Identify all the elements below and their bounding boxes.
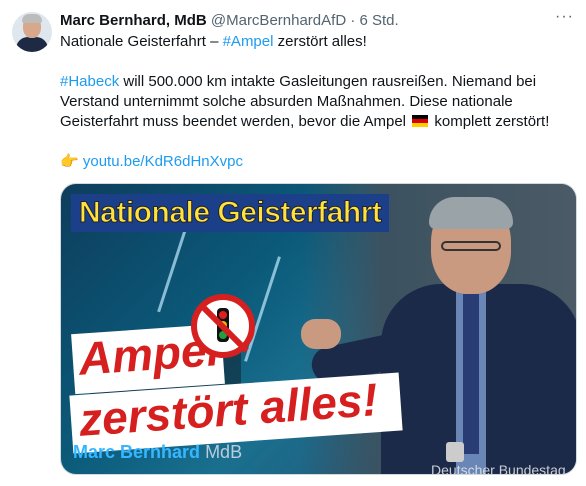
author-name[interactable]: Marc Bernhard, MdB bbox=[60, 12, 207, 29]
youtube-link[interactable]: youtu.be/KdR6dHnXvpc bbox=[83, 153, 243, 170]
hashtag-ampel[interactable]: #Ampel bbox=[223, 33, 274, 50]
thumbnail-caption: Marc Bernhard MdB bbox=[73, 442, 242, 463]
media-thumbnail[interactable]: Nationale Geisterfahrt Ampel zerstört al… bbox=[60, 183, 577, 475]
line1-prefix: Nationale Geisterfahrt – bbox=[60, 33, 223, 50]
speaker-hair bbox=[429, 197, 513, 229]
german-flag-icon bbox=[412, 115, 429, 127]
caption-name: Marc Bernhard bbox=[73, 442, 201, 462]
more-horizontal-icon[interactable]: ··· bbox=[555, 8, 574, 26]
tweet-header: Marc Bernhard, MdB @MarcBernhardAfD · 6 … bbox=[60, 12, 399, 29]
speaker-glasses bbox=[441, 241, 501, 251]
no-traffic-light-icon bbox=[191, 294, 255, 358]
avatar-suit bbox=[16, 37, 48, 52]
avatar-hair bbox=[22, 14, 42, 23]
para2-end: komplett zerstört! bbox=[430, 113, 550, 130]
broadcast-watermark: Deutscher Bundestag bbox=[431, 462, 566, 475]
tweet-line-1: Nationale Geisterfahrt – #Ampel zerstört… bbox=[60, 32, 575, 52]
microphone bbox=[446, 442, 464, 462]
caption-suffix: MdB bbox=[205, 442, 243, 462]
thumbnail-title: Nationale Geisterfahrt bbox=[78, 196, 382, 230]
tweet-time[interactable]: 6 Std. bbox=[360, 12, 399, 29]
separator-dot: · bbox=[350, 12, 356, 29]
pointing-hand-emoji: 👉 bbox=[60, 153, 79, 170]
line1-suffix: zerstört alles! bbox=[273, 33, 367, 50]
tweet-paragraph-2: #Habeck will 500.000 km intakte Gasleitu… bbox=[60, 72, 575, 132]
avatar[interactable] bbox=[12, 12, 52, 52]
speaker-hand bbox=[301, 319, 341, 349]
thumbnail-title-box: Nationale Geisterfahrt bbox=[71, 194, 390, 232]
speaker-tie bbox=[463, 294, 479, 454]
tweet-link-line: 👉 youtu.be/KdR6dHnXvpc bbox=[60, 152, 575, 172]
speaker-figure bbox=[301, 197, 576, 474]
tweet-text: Nationale Geisterfahrt – #Ampel zerstört… bbox=[60, 32, 575, 172]
author-handle[interactable]: @MarcBernhardAfD bbox=[211, 12, 346, 29]
hashtag-habeck[interactable]: #Habeck bbox=[60, 73, 119, 90]
